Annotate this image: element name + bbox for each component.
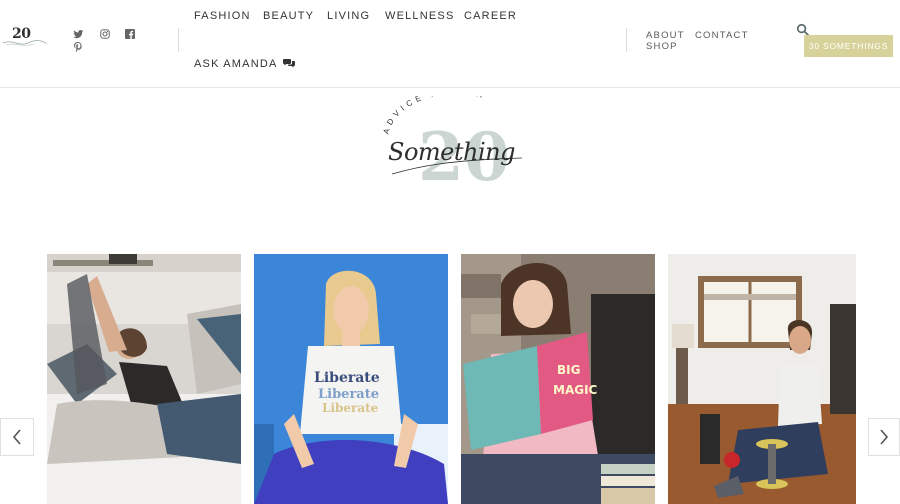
svg-text:Liberate: Liberate xyxy=(322,401,379,415)
carousel-prev-button[interactable] xyxy=(0,418,34,456)
carousel-slide-1[interactable] xyxy=(47,254,241,504)
carousel-slide-4[interactable] xyxy=(668,254,862,504)
chevron-left-icon xyxy=(12,429,21,445)
slide-2-image: Liberate Liberate Liberate xyxy=(254,254,448,504)
nav-about[interactable]: ABOUT xyxy=(646,30,685,41)
nav-career[interactable]: CAREER xyxy=(464,10,517,22)
pinterest-icon[interactable] xyxy=(72,41,84,53)
twitter-icon[interactable] xyxy=(72,28,84,40)
header-divider-left xyxy=(178,28,179,52)
slide-4-image xyxy=(668,254,856,504)
instagram-icon[interactable] xyxy=(99,28,111,40)
logo-script: Something xyxy=(388,138,515,166)
header-divider-right xyxy=(626,28,627,52)
nav-contact[interactable]: CONTACT xyxy=(695,30,749,41)
nav-wellness[interactable]: WELLNESS xyxy=(385,10,455,22)
social-links xyxy=(72,28,142,56)
thirty-somethings-button[interactable]: 30 SOMETHINGS xyxy=(804,35,893,57)
chevron-right-icon xyxy=(880,429,889,445)
chat-bubbles-icon xyxy=(283,59,296,68)
nav-living[interactable]: LIVING xyxy=(327,10,370,22)
site-header: 20 FASHION BEAUTY LIVING WELLNESS CAREER… xyxy=(0,0,900,88)
nav-beauty[interactable]: BEAUTY xyxy=(263,10,314,22)
nav-ask-amanda[interactable]: ASK AMANDA xyxy=(194,58,296,70)
nav-ask-amanda-label: ASK AMANDA xyxy=(194,58,277,70)
svg-text:BIG: BIG xyxy=(557,363,580,377)
svg-text:Liberate: Liberate xyxy=(314,370,380,386)
nav-shop[interactable]: SHOP xyxy=(646,41,678,52)
carousel-slide-3[interactable]: BIG MAGIC xyxy=(461,254,655,504)
carousel-next-button[interactable] xyxy=(868,418,900,456)
site-logo-small[interactable]: 20 xyxy=(0,26,48,48)
nav-fashion[interactable]: FASHION xyxy=(194,10,251,22)
site-logo[interactable]: 20 ADVICE FROM A Something xyxy=(380,96,530,200)
logo-swash-icon xyxy=(2,40,48,46)
slide-1-image xyxy=(47,254,241,504)
slide-3-image: BIG MAGIC xyxy=(461,254,655,504)
svg-text:MAGIC: MAGIC xyxy=(553,383,598,397)
featured-carousel: Liberate Liberate Liberate BIG MAGIC xyxy=(0,254,900,504)
facebook-icon[interactable] xyxy=(124,28,136,40)
svg-text:Liberate: Liberate xyxy=(318,387,379,402)
carousel-slide-2[interactable]: Liberate Liberate Liberate xyxy=(254,254,448,504)
